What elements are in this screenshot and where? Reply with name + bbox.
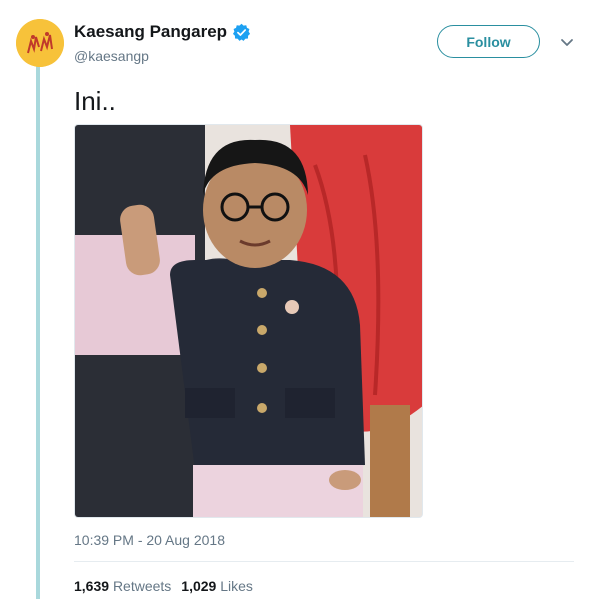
chevron-down-icon[interactable] <box>559 36 575 48</box>
likes-label: Likes <box>220 578 253 594</box>
divider <box>74 561 574 562</box>
tweet-stats: 1,639 Retweets 1,029 Likes <box>74 578 253 594</box>
likes-stat[interactable]: 1,029 Likes <box>181 578 253 594</box>
photo-illustration <box>75 125 422 517</box>
avatar[interactable] <box>16 19 64 67</box>
retweets-stat[interactable]: 1,639 Retweets <box>74 578 171 594</box>
display-name[interactable]: Kaesang Pangarep <box>74 22 227 42</box>
timestamp[interactable]: 10:39 PM - 20 Aug 2018 <box>74 532 225 548</box>
tweet-text: Ini.. <box>74 86 116 116</box>
follow-button[interactable]: Follow <box>437 25 540 58</box>
verified-badge-icon <box>232 23 251 42</box>
likes-count: 1,029 <box>181 578 217 594</box>
tweet-photo[interactable] <box>74 124 423 518</box>
retweets-label: Retweets <box>112 578 172 594</box>
avatar-illustration <box>16 19 64 67</box>
handle[interactable]: @kaesangp <box>74 48 149 64</box>
name-row: Kaesang Pangarep <box>74 22 251 42</box>
retweets-count: 1,639 <box>74 578 110 594</box>
thread-line <box>36 66 40 599</box>
